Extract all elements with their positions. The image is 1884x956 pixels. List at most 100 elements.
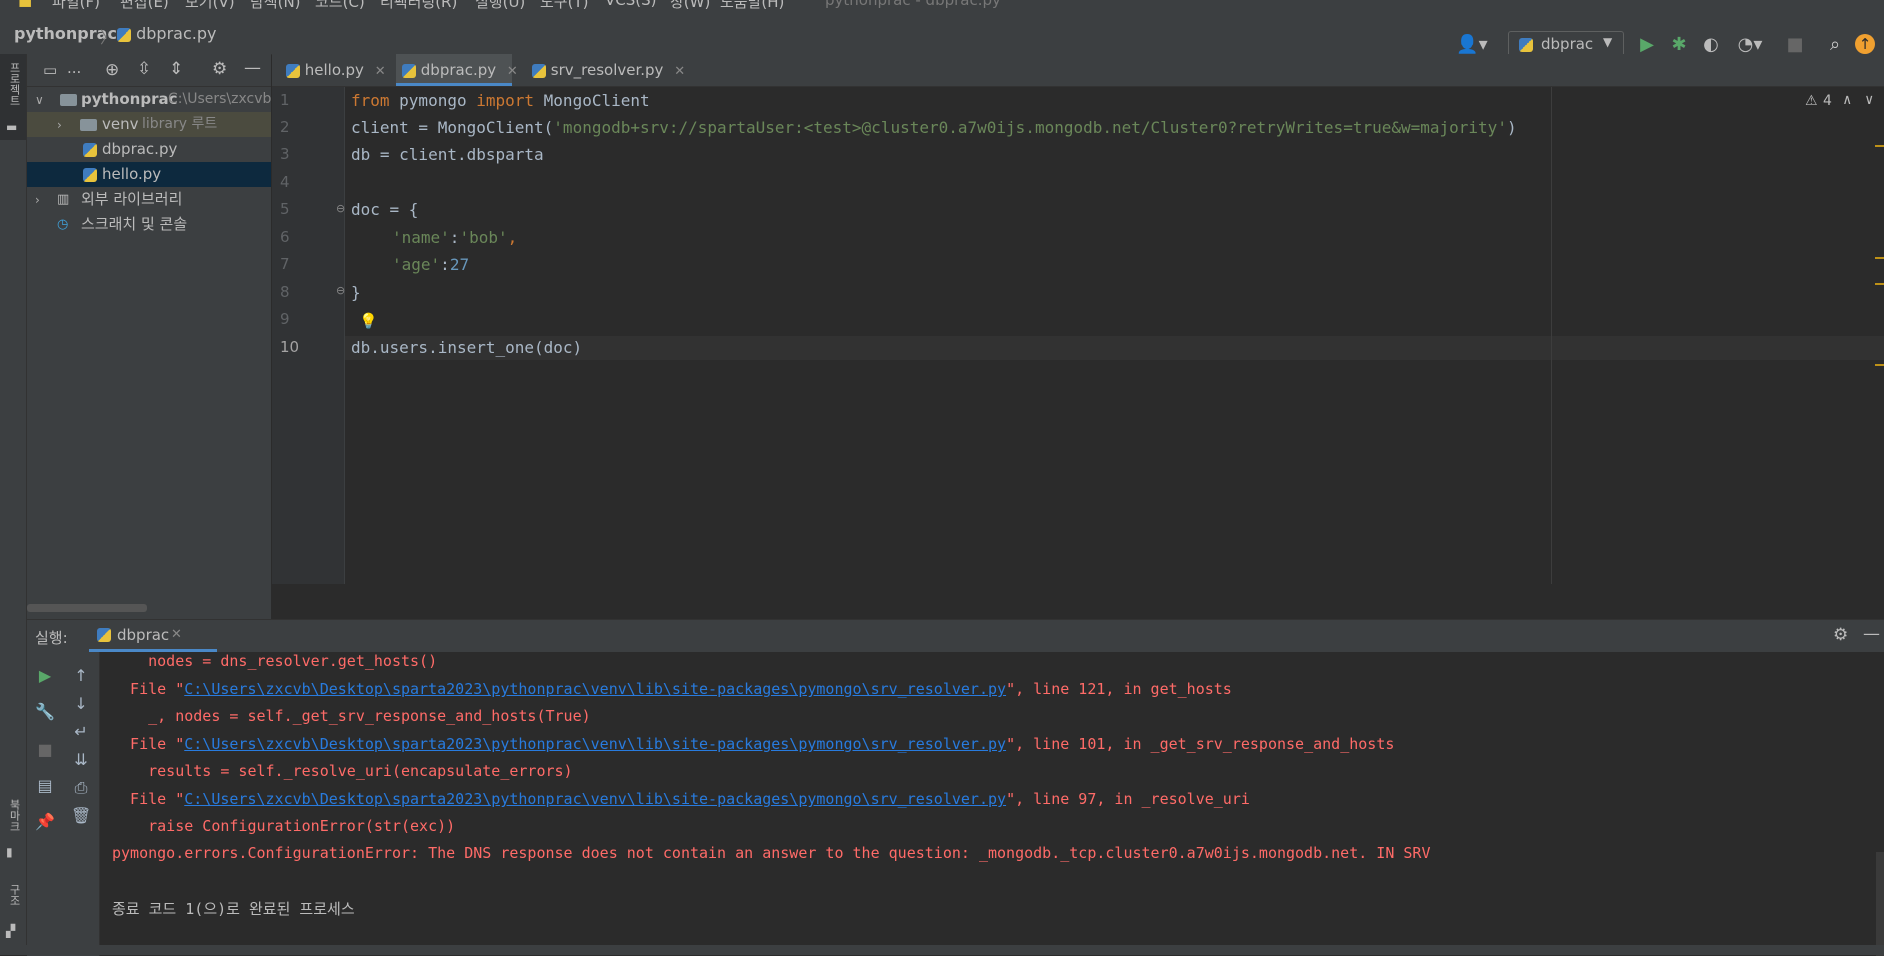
debug-icon[interactable]: ✱ xyxy=(1668,34,1690,56)
user-accounts-icon[interactable]: 👤▾ xyxy=(1455,34,1489,56)
stop-icon[interactable]: ■ xyxy=(1784,34,1806,56)
console-line: results = self._resolve_uri(encapsulate_… xyxy=(112,762,573,780)
tab-dbprac[interactable]: dbprac.py ✕ xyxy=(396,54,518,86)
chevron-right-icon[interactable]: › xyxy=(57,113,62,138)
update-icon[interactable]: ↑ xyxy=(1855,34,1875,54)
wrench-icon[interactable]: 🔧 xyxy=(35,702,55,722)
tree-item-dbprac[interactable]: dbprac.py xyxy=(27,137,271,162)
menu-file[interactable]: 파일(F) xyxy=(52,0,100,10)
fold-icon[interactable]: ⊖ xyxy=(336,284,345,297)
console-line: File "C:\Users\zxcvb\Desktop\sparta2023\… xyxy=(112,735,1394,753)
code-line: 'name':'bob', xyxy=(392,228,517,247)
project-tool-button[interactable]: 프로젝트 ▬ xyxy=(0,54,26,140)
tab-dbprac-label: dbprac.py xyxy=(420,61,497,79)
fold-icon[interactable]: ⊖ xyxy=(336,202,345,215)
tree-item-external-libraries-label: 외부 라이브러리 xyxy=(81,190,183,208)
chevron-right-icon[interactable]: › xyxy=(35,188,40,213)
error-stripe-marker[interactable] xyxy=(1875,364,1884,366)
chevron-down-icon[interactable]: ∨ xyxy=(1865,92,1873,108)
soft-wrap-icon[interactable]: ↵ xyxy=(71,722,91,742)
error-stripe-marker[interactable] xyxy=(1875,145,1884,147)
tree-item-root[interactable]: ∨ pythonprac C:\Users\zxcvb xyxy=(27,87,271,112)
console-file-link[interactable]: C:\Users\zxcvb\Desktop\sparta2023\python… xyxy=(184,680,1006,698)
profile-dropdown-icon[interactable]: ◔▾ xyxy=(1732,34,1768,56)
breadcrumb-file[interactable]: dbprac.py xyxy=(117,24,216,43)
python-file-icon xyxy=(286,63,300,78)
console-line: raise ConfigurationError(str(exc)) xyxy=(112,817,456,835)
console-file-link[interactable]: C:\Users\zxcvb\Desktop\sparta2023\python… xyxy=(184,790,1006,808)
tree-item-hello[interactable]: hello.py xyxy=(27,162,271,187)
menu-edit[interactable]: 편집(E) xyxy=(120,0,169,10)
python-file-icon xyxy=(97,628,111,642)
console-file-link[interactable]: C:\Users\zxcvb\Desktop\sparta2023\python… xyxy=(184,735,1006,753)
hide-panel-icon[interactable]: — xyxy=(1863,624,1880,644)
console-scrollbar[interactable] xyxy=(1876,852,1884,956)
tab-srv-resolver[interactable]: srv_resolver.py ✕ xyxy=(528,54,685,86)
run-config-label: dbprac xyxy=(1541,35,1594,53)
close-icon[interactable]: ✕ xyxy=(674,64,685,79)
hide-panel-icon[interactable]: — xyxy=(244,58,261,78)
scroll-to-end-icon[interactable]: ⇊ xyxy=(71,750,91,770)
run-icon[interactable]: ▶ xyxy=(1636,34,1658,56)
warning-count[interactable]: 4 xyxy=(1823,93,1832,109)
structure-tool-button[interactable]: 구조 ▞ xyxy=(0,884,26,954)
error-stripe-marker[interactable] xyxy=(1875,257,1884,259)
stop-icon[interactable]: ■ xyxy=(35,740,55,760)
console-exit-line: 종료 코드 1(으)로 완료된 프로세스 xyxy=(112,900,355,918)
menu-help[interactable]: 도움말(H) xyxy=(720,0,784,10)
project-tool-label: 프로젝트 xyxy=(8,62,21,106)
code-token: client = MongoClient( xyxy=(351,118,554,137)
tree-item-external-libraries[interactable]: › ▥ 외부 라이브러리 xyxy=(27,187,271,212)
chevron-up-icon[interactable]: ∧ xyxy=(1843,92,1851,108)
bookmark-icon: ▮ xyxy=(6,845,13,859)
search-icon[interactable]: ⌕ xyxy=(1824,34,1846,56)
menu-tools[interactable]: 도구(T) xyxy=(540,0,588,10)
tree-item-venv-label: venv xyxy=(102,115,139,133)
tree-item-scratches[interactable]: ◷ 스크래치 및 콘솔 xyxy=(27,212,271,237)
expand-all-icon[interactable]: ⇳ xyxy=(137,59,151,79)
rerun-icon[interactable]: ▶ xyxy=(35,666,55,686)
bookmarks-tool-button[interactable]: 북마크 ▮ xyxy=(0,799,26,869)
tab-run-dbprac[interactable]: dbprac ✕ xyxy=(89,620,217,652)
menu-code[interactable]: 코드(C) xyxy=(315,0,365,10)
gear-icon[interactable]: ⚙ xyxy=(212,59,227,79)
menu-window[interactable]: 창(W) xyxy=(670,0,710,10)
collapse-all-icon[interactable]: ⇕ xyxy=(169,59,183,79)
warning-icon[interactable]: ⚠ xyxy=(1805,93,1818,109)
horizontal-scrollbar[interactable] xyxy=(27,604,147,612)
tab-hello[interactable]: hello.py ✕ xyxy=(282,54,386,86)
chevron-down-icon: ▼ xyxy=(1603,35,1613,49)
pin-icon[interactable]: 📌 xyxy=(35,812,55,832)
close-icon[interactable]: ✕ xyxy=(375,64,386,79)
arrow-down-icon[interactable]: ↓ xyxy=(71,694,91,714)
run-toolbar-primary: ▶ 🔧 ■ ▤ 📌 xyxy=(27,652,63,956)
code-editor[interactable]: from pymongo import MongoClient client =… xyxy=(345,87,1884,584)
tree-item-venv[interactable]: › venv library 루트 xyxy=(27,112,271,137)
console-line: _, nodes = self._get_srv_response_and_ho… xyxy=(112,707,591,725)
chevron-down-icon[interactable]: ∨ xyxy=(35,88,44,113)
lightbulb-icon[interactable]: 💡 xyxy=(359,312,378,330)
locate-icon[interactable]: ⊕ xyxy=(105,60,119,80)
menu-navigate[interactable]: 탐색(N) xyxy=(250,0,301,10)
console-output[interactable]: nodes = dns_resolver.get_hosts() File "C… xyxy=(100,652,1884,956)
scratches-icon: ◷ xyxy=(57,217,69,232)
menu-vcs[interactable]: VCS(S) xyxy=(605,0,656,9)
python-file-icon xyxy=(83,137,97,162)
code-token: pymongo xyxy=(389,91,477,110)
trash-icon[interactable]: 🗑 xyxy=(71,806,91,826)
coverage-icon[interactable]: ◐ xyxy=(1700,34,1722,56)
print-icon[interactable]: ⎙ xyxy=(71,778,91,798)
close-icon[interactable]: ✕ xyxy=(171,627,182,642)
project-view-selector[interactable]: ... xyxy=(67,59,81,77)
project-view-icon[interactable]: ▭ xyxy=(43,61,57,79)
gear-icon[interactable]: ⚙ xyxy=(1833,625,1848,645)
tree-item-venv-tag: library 루트 xyxy=(142,116,218,132)
layout-icon[interactable]: ▤ xyxy=(35,776,55,796)
error-stripe-marker[interactable] xyxy=(1875,283,1884,285)
close-icon[interactable]: ✕ xyxy=(507,64,518,79)
menu-run[interactable]: 실행(U) xyxy=(475,0,525,10)
code-token: from xyxy=(351,91,390,110)
menu-refactor[interactable]: 리팩터링(R) xyxy=(380,0,457,10)
arrow-up-icon[interactable]: ↑ xyxy=(71,666,91,686)
menu-view[interactable]: 보기(V) xyxy=(185,0,235,10)
